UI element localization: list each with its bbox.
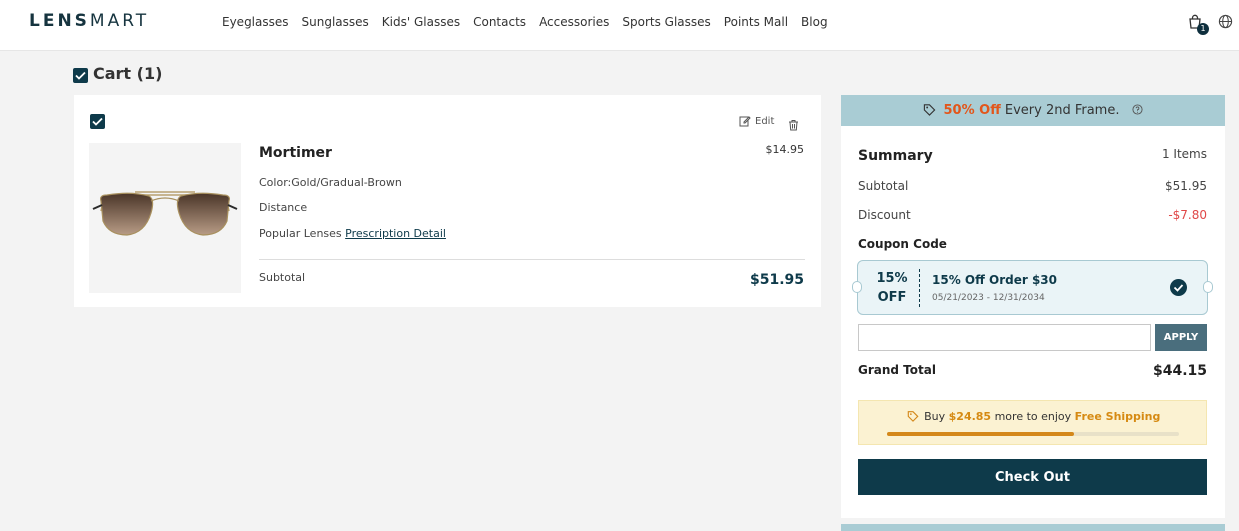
product-distance: Distance — [259, 201, 308, 214]
help-icon[interactable] — [1132, 104, 1143, 115]
checkout-button[interactable]: Check Out — [858, 459, 1207, 495]
subtotal-label: Subtotal — [858, 179, 909, 193]
trash-icon[interactable] — [788, 116, 799, 135]
promo-banner: 50% Off Every 2nd Frame. — [841, 95, 1225, 126]
edit-label: Edit — [755, 115, 775, 127]
cart-title: Cart (1) — [93, 64, 163, 83]
item-subtotal-label: Subtotal — [259, 271, 306, 284]
coupon-notch-left — [852, 281, 862, 293]
select-all-checkbox[interactable] — [73, 68, 88, 83]
nav-kids-glasses[interactable]: Kids' Glasses — [382, 15, 460, 29]
discount-label: Discount — [858, 208, 911, 222]
product-image[interactable] — [89, 143, 241, 293]
coupon-notch-right — [1203, 281, 1213, 293]
promo-highlight: 50% Off — [943, 103, 1001, 118]
promo-text: Every 2nd Frame. — [1000, 103, 1120, 118]
items-count: 1 Items — [1161, 147, 1207, 161]
summary-title: Summary — [858, 148, 933, 164]
product-name[interactable]: Mortimer — [259, 145, 332, 161]
item-subtotal-value: $51.95 — [749, 272, 804, 288]
product-price: $14.95 — [765, 143, 805, 156]
nav-eyeglasses[interactable]: Eyeglasses — [222, 15, 289, 29]
shipping-progress-track — [887, 432, 1179, 436]
item-checkbox[interactable] — [90, 114, 105, 129]
tag-icon — [924, 104, 936, 116]
coupon-card[interactable]: 15% OFF 15% Off Order $30 05/21/2023 - 12… — [852, 260, 1213, 315]
nav-sunglasses[interactable]: Sunglasses — [302, 15, 369, 29]
discount-value: -$7.80 — [1168, 208, 1207, 222]
coupon-dates: 05/21/2023 - 12/31/2034 — [932, 293, 1045, 303]
apply-button[interactable]: APPLY — [1155, 324, 1207, 351]
nav-sports-glasses[interactable]: Sports Glasses — [622, 15, 710, 29]
coupon-code-label: Coupon Code — [858, 237, 947, 251]
subtotal-value: $51.95 — [1165, 179, 1207, 193]
nav-points-mall[interactable]: Points Mall — [724, 15, 788, 29]
coupon-title: 15% Off Order $30 — [932, 273, 1057, 287]
nav-accessories[interactable]: Accessories — [539, 15, 609, 29]
edit-button[interactable]: Edit — [739, 115, 774, 127]
prescription-detail-link[interactable]: Prescription Detail — [345, 227, 446, 240]
secondary-banner — [841, 524, 1225, 531]
nav-contacts[interactable]: Contacts — [473, 15, 526, 29]
product-color: Color:Gold/Gradual-Brown — [259, 176, 402, 189]
coupon-divider — [919, 269, 920, 307]
edit-icon — [739, 116, 751, 127]
site-header: LENSMART Eyeglasses Sunglasses Kids' Gla… — [0, 0, 1239, 51]
divider — [259, 259, 805, 260]
grand-total-label: Grand Total — [858, 363, 936, 377]
product-lenses: Popular Lenses Prescription Detail — [259, 227, 446, 240]
shipping-text: Buy $24.85 more to enjoy Free Shipping — [859, 410, 1208, 423]
coupon-code-input[interactable] — [858, 324, 1151, 351]
nav-blog[interactable]: Blog — [801, 15, 828, 29]
cart-count-badge: 1 — [1197, 23, 1209, 35]
shipping-progress-fill — [887, 432, 1074, 436]
grand-total-value: $44.15 — [1152, 363, 1207, 379]
coupon-selected-icon[interactable] — [1170, 279, 1187, 296]
coupon-off: 15% OFF — [876, 271, 908, 305]
cart-item-card: Edit Mortimer $14.95 Color:Gold/Gradual-… — [74, 95, 821, 307]
tag-icon — [907, 411, 919, 422]
globe-icon[interactable] — [1218, 14, 1236, 32]
order-summary: Summary 1 Items Subtotal $51.95 Discount… — [841, 126, 1225, 518]
main-nav: Eyeglasses Sunglasses Kids' Glasses Cont… — [222, 15, 828, 29]
free-shipping-notice: Buy $24.85 more to enjoy Free Shipping — [858, 400, 1207, 445]
logo[interactable]: LENSMART — [29, 11, 149, 31]
